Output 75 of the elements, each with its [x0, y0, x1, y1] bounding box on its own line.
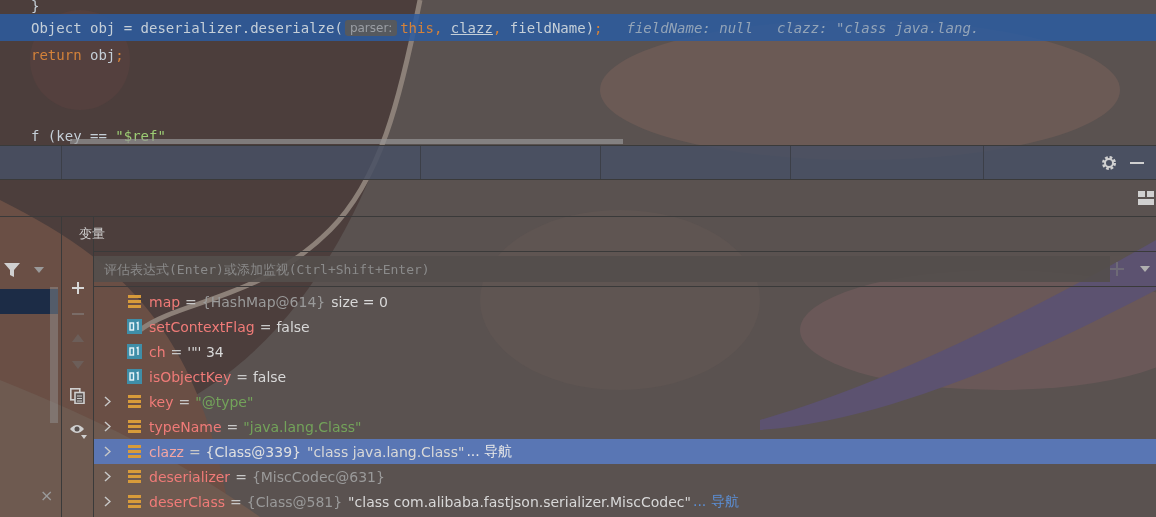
string-value: "@type"	[195, 393, 254, 410]
variable-name: ch	[149, 343, 166, 360]
variable-row[interactable]: key = "@type"	[94, 389, 1156, 414]
variable-name: setContextFlag	[149, 318, 255, 335]
variable-name: key	[149, 393, 174, 410]
vertical-scrollbar[interactable]	[50, 287, 58, 423]
variable-row[interactable]: map = {HashMap@614} size = 0	[94, 289, 1156, 314]
value-text: size = 0	[331, 293, 388, 310]
code-keyword: ,	[492, 19, 503, 36]
code-text: obj	[89, 46, 116, 63]
add-icon[interactable]	[71, 282, 84, 294]
filter-icon[interactable]	[4, 263, 20, 277]
close-button[interactable]: ×	[40, 486, 54, 505]
equals-sign: =	[226, 418, 239, 435]
caret-icon[interactable]	[34, 267, 44, 273]
chevron-icon[interactable]	[104, 421, 111, 432]
variable-name: deserClass	[149, 493, 225, 510]
equals-sign: =	[185, 293, 197, 310]
selected-variable-row[interactable]: clazz = {Class@339} "class java.lang.Class"... 导航	[94, 439, 1156, 464]
object-reference: {Class@581}	[246, 493, 343, 510]
code-keyword: ;	[594, 19, 603, 36]
string-value: "java.lang.Class"	[243, 418, 362, 435]
value-text: false	[276, 318, 310, 335]
value-text: false	[252, 368, 287, 385]
object-reference: {HashMap@614}	[201, 293, 326, 310]
chevron-icon[interactable]	[104, 396, 111, 407]
code-keyword: this	[400, 19, 434, 36]
navigate-link[interactable]: ... 导航	[466, 442, 513, 461]
value-text: "class com.alibaba.fastjson.serializer.MiscCodec"	[348, 493, 691, 510]
code-string: "$ref"	[115, 127, 166, 144]
copy-icon[interactable]	[70, 388, 85, 404]
variable-row[interactable]: deserializer = {MiscCodec@631}	[94, 464, 1156, 489]
code-text: fieldName)	[509, 19, 595, 36]
code-text: clazz	[450, 19, 493, 36]
settings-icon[interactable]	[1100, 153, 1118, 172]
variable-name: clazz	[149, 443, 184, 460]
variable-name: typeName	[149, 418, 222, 435]
variable-name: isObjectKey	[149, 368, 232, 385]
chevron-icon[interactable]	[104, 471, 111, 482]
eye-icon[interactable]	[68, 423, 87, 439]
code-keyword: return	[31, 46, 82, 63]
code-keyword: ,	[433, 19, 444, 36]
equals-sign: =	[259, 318, 272, 335]
code-keyword: ;	[115, 46, 124, 63]
equals-sign: =	[230, 493, 242, 510]
variable-row[interactable]: isObjectKey = false	[94, 364, 1156, 389]
variable-name: deserializer	[149, 468, 231, 485]
code-text: }	[31, 0, 40, 12]
code-text: f (key ==	[31, 127, 108, 144]
object-reference: {MiscCodec@631}	[251, 468, 385, 485]
chevron-icon[interactable]	[104, 446, 111, 457]
watch-input[interactable]: 评估表达式(Enter)或添加监视(Ctrl+Shift+Enter)	[94, 256, 1110, 282]
code-text: Object obj = deserializer.deserialze(	[31, 19, 343, 36]
variable-row[interactable]: deserClass = {Class@581} "class com.alibaba.fastjson.serializer.MiscCodec"... 导航	[94, 489, 1156, 514]
equals-sign: =	[235, 468, 247, 485]
value-text: '"' 34	[187, 343, 224, 360]
chevron-icon[interactable]	[104, 496, 111, 507]
panel-title: 变量	[79, 225, 105, 243]
inline-value: fieldName: null	[626, 19, 753, 36]
equals-sign: =	[188, 443, 201, 460]
equals-sign: =	[236, 368, 248, 385]
selected-frame[interactable]	[0, 289, 58, 314]
navigate-link[interactable]: ... 导航	[692, 492, 739, 511]
variable-row[interactable]: setContextFlag = false	[94, 314, 1156, 339]
parameter-hint: parser:	[344, 19, 398, 36]
equals-sign: =	[170, 343, 183, 360]
variable-name: map	[149, 293, 181, 310]
caret-icon[interactable]	[1140, 266, 1150, 272]
layout-icon[interactable]	[1138, 191, 1154, 205]
variable-row[interactable]: typeName = "java.lang.Class"	[94, 414, 1156, 439]
object-reference: {Class@339}	[205, 443, 301, 460]
variable-row[interactable]: ch = '"' 34	[94, 339, 1156, 364]
equals-sign: =	[178, 393, 191, 410]
inline-value: clazz: "class java.lang.	[776, 19, 980, 36]
value-text: "class java.lang.Class"	[307, 443, 465, 460]
